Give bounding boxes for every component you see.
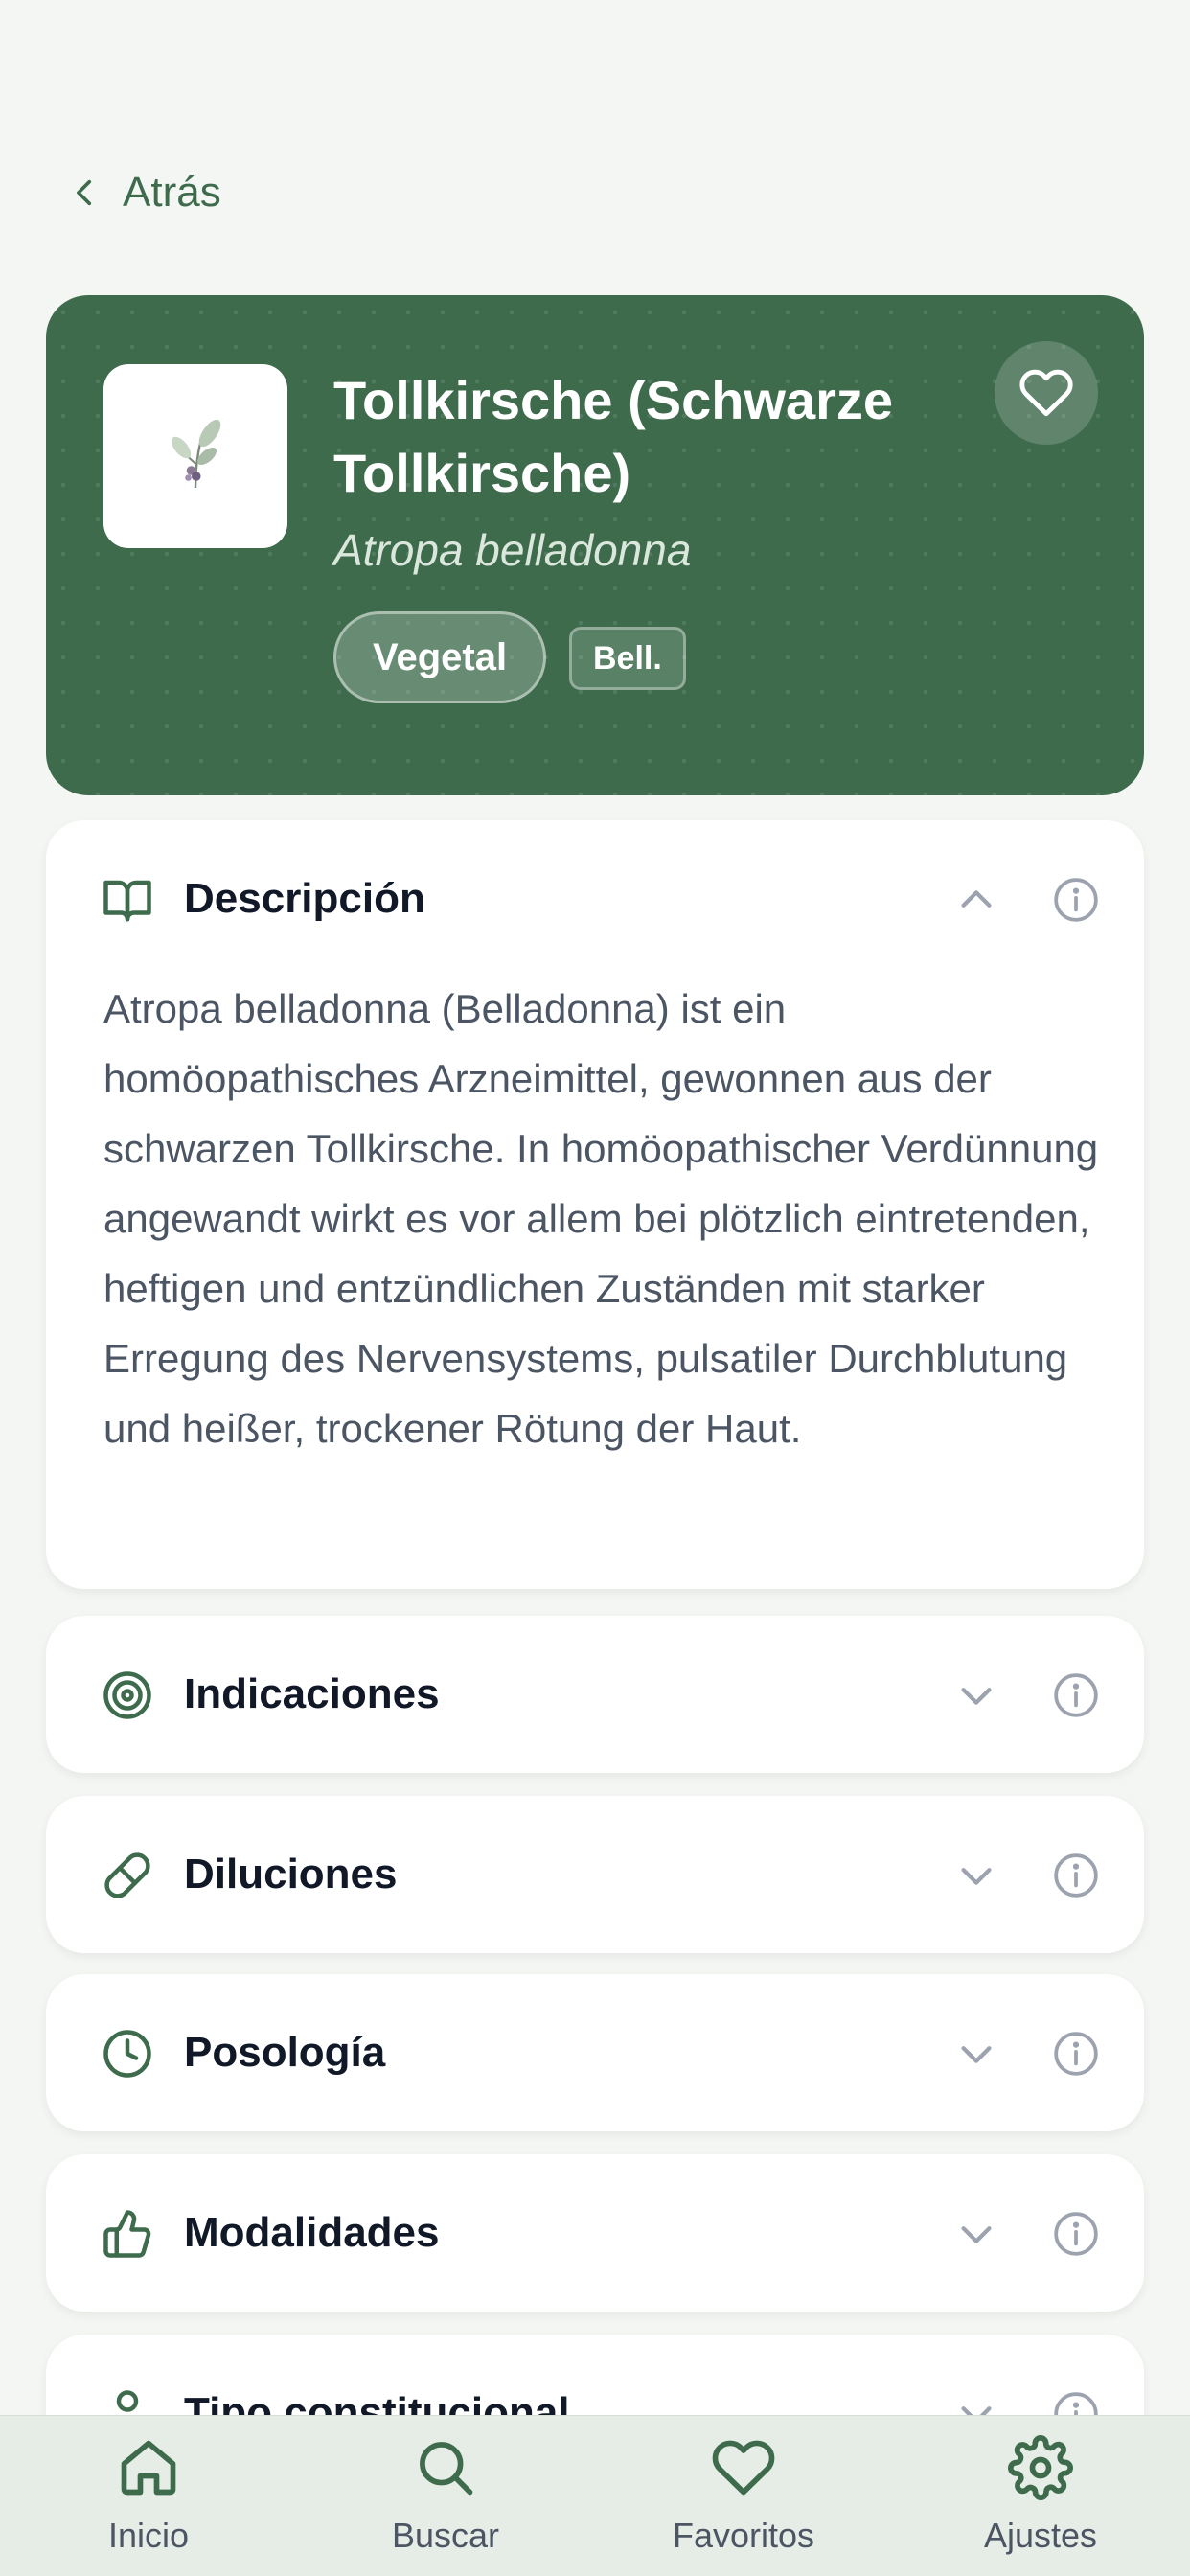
bottom-navigation: Inicio Buscar Favoritos Ajustes [0, 2415, 1190, 2576]
settings-gear-icon [1008, 2435, 1073, 2500]
book-icon [103, 880, 151, 922]
nav-item-ajustes[interactable]: Ajustes [935, 2435, 1146, 2569]
info-icon[interactable] [1052, 1852, 1100, 1899]
target-icon [103, 1671, 151, 1719]
section-title: Indicaciones [184, 1670, 440, 1717]
section-diluciones: Diluciones [46, 1796, 1144, 1953]
chevron-up-icon[interactable] [954, 878, 998, 922]
section-diluciones-header[interactable]: Diluciones [46, 1796, 1144, 1953]
favorite-button[interactable] [995, 341, 1098, 445]
nav-item-inicio[interactable]: Inicio [43, 2435, 254, 2569]
chevron-down-icon[interactable] [954, 1853, 998, 1898]
nav-label: Favoritos [672, 2516, 815, 2555]
section-descripcion: Descripción Atropa belladonna (Belladonn… [46, 820, 1144, 1589]
home-icon [121, 2440, 176, 2496]
nav-item-buscar[interactable]: Buscar [340, 2435, 551, 2569]
nav-label: Inicio [107, 2516, 190, 2555]
back-label: Atrás [123, 169, 221, 216]
search-icon [420, 2442, 473, 2496]
section-descripcion-header[interactable]: Descripción [46, 820, 1144, 978]
pill-icon [104, 1852, 150, 1898]
remedy-title: Tollkirsche (Schwarze Tollkirsche) [333, 370, 894, 503]
abbreviation-tag: Bell. [569, 627, 686, 690]
info-icon[interactable] [1052, 2030, 1100, 2078]
plant-illustration-icon [171, 419, 221, 489]
section-indicaciones-header[interactable]: Indicaciones [46, 1616, 1144, 1773]
remedy-image [103, 364, 287, 548]
remedy-header-card: Tollkirsche (Schwarze Tollkirsche) Atrop… [46, 295, 1144, 795]
heart-outline-icon [1019, 369, 1073, 417]
info-icon[interactable] [1052, 2210, 1100, 2258]
chevron-down-icon[interactable] [954, 2212, 998, 2256]
section-modalidades: Modalidades [46, 2154, 1144, 2312]
chevron-left-icon [77, 179, 92, 206]
section-title: Modalidades [184, 2209, 440, 2256]
remedy-latin-name: Atropa belladonna [333, 525, 692, 575]
info-icon[interactable] [1052, 1671, 1100, 1719]
info-icon[interactable] [1052, 876, 1100, 924]
kingdom-tag: Vegetal [333, 611, 547, 703]
nav-item-favoritos[interactable]: Favoritos [638, 2435, 849, 2569]
section-posologia-header[interactable]: Posología [46, 1974, 1144, 2131]
section-description-text: Atropa belladonna (Belladonna) ist ein h… [103, 986, 1099, 1451]
nav-label: Ajustes [983, 2516, 1098, 2555]
section-modalidades-header[interactable]: Modalidades [46, 2154, 1144, 2312]
section-title: Descripción [184, 875, 425, 922]
section-title: Diluciones [184, 1851, 398, 1898]
chevron-down-icon[interactable] [954, 2032, 998, 2076]
chevron-down-icon[interactable] [954, 1673, 998, 1717]
thumbs-up-icon [103, 2210, 151, 2258]
back-button[interactable]: Atrás [69, 163, 221, 222]
heart-icon [712, 2440, 775, 2496]
section-title: Posología [184, 2029, 386, 2076]
section-indicaciones: Indicaciones [46, 1616, 1144, 1773]
clock-icon [103, 2030, 151, 2078]
nav-label: Buscar [391, 2516, 500, 2555]
section-posologia: Posología [46, 1974, 1144, 2131]
